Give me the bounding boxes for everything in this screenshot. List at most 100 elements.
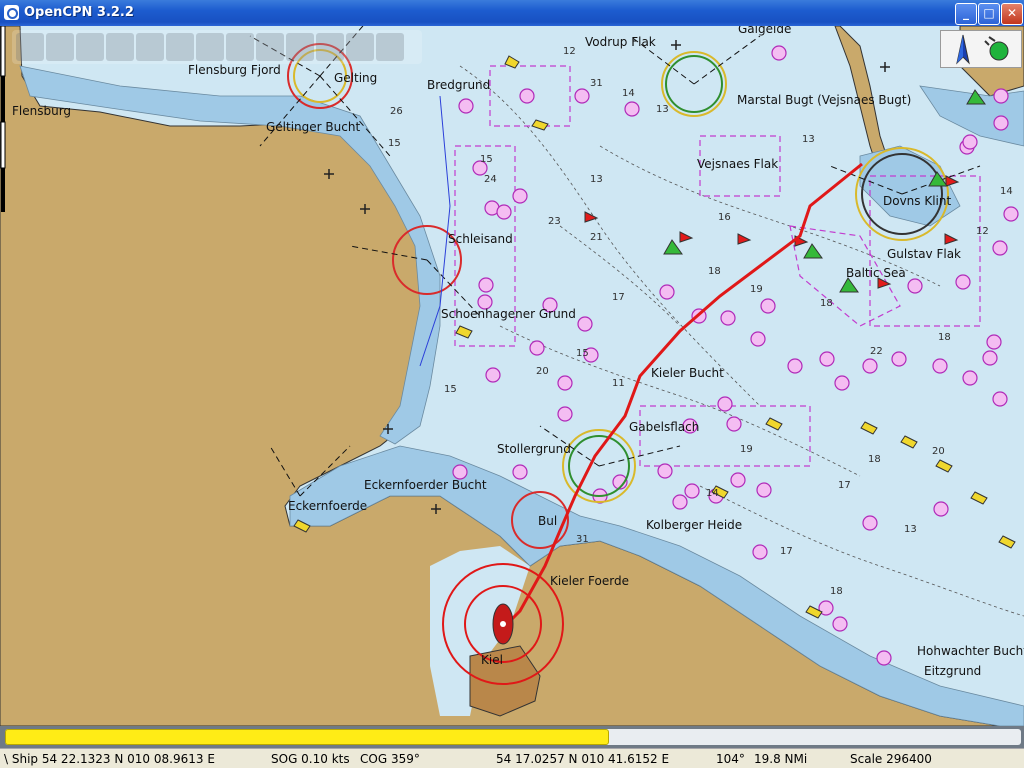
depth-sounding: 14 — [1000, 186, 1013, 197]
main-toolbar — [12, 30, 422, 64]
label-stollergrund: Stollergrund — [497, 442, 571, 456]
zoom-in-button[interactable] — [16, 33, 44, 61]
label-flensburg: Flensburg — [12, 104, 72, 118]
status-distance: 19.8 NMi — [754, 752, 808, 766]
label-gabelsflach: Gabelsflach — [629, 420, 700, 434]
status-bearing: 104° — [716, 752, 745, 766]
scale-out-button[interactable] — [106, 33, 134, 61]
scale-out-icon — [106, 33, 134, 61]
depth-sounding: 18 — [938, 332, 951, 343]
chart-bar[interactable] — [0, 726, 1024, 748]
north-arrow-icon — [956, 34, 970, 65]
gps-status-icon — [984, 36, 1009, 61]
close-button[interactable]: ✕ — [1001, 3, 1023, 25]
label-vejsnaes-flak: Vejsnaes Flak — [697, 157, 779, 171]
label-gelting: Gelting — [334, 71, 378, 85]
label-bul: Bul — [538, 514, 558, 528]
settings-button[interactable] — [196, 33, 224, 61]
depth-sounding: 12 — [563, 46, 576, 57]
label-kiel: Kiel — [481, 653, 503, 667]
window-title: OpenCPN 3.2.2 — [24, 5, 134, 20]
depth-sounding: 18 — [820, 298, 833, 309]
depth-sounding: 24 — [484, 174, 497, 185]
title-bar[interactable]: OpenCPN 3.2.2 _ □ ✕ — [0, 0, 1024, 26]
label-schoenhagener-grund: Schoenhagener Grund — [441, 307, 576, 321]
depth-sounding: 19 — [750, 284, 763, 295]
opencpn-app-icon — [4, 5, 19, 20]
label-gulstav-flak: Gulstav Flak — [887, 247, 962, 261]
status-cog: COG 359° — [360, 752, 420, 766]
maximize-button[interactable]: □ — [978, 3, 1000, 25]
depth-sounding: 20 — [932, 446, 945, 457]
help-button[interactable] — [316, 33, 344, 61]
color-scheme-button[interactable] — [286, 33, 314, 61]
depth-sounding: 12 — [976, 226, 989, 237]
depth-sounding: 13 — [904, 524, 917, 535]
nautical-chart — [0, 26, 1024, 726]
follow-icon — [376, 33, 404, 61]
zoom-in-icon — [16, 33, 44, 61]
depth-sounding: 15 — [576, 348, 589, 359]
depth-sounding: 22 — [870, 346, 883, 357]
depth-sounding: 20 — [536, 366, 549, 377]
track-icon — [166, 33, 194, 61]
track-button[interactable] — [166, 33, 194, 61]
label-kieler-bucht: Kieler Bucht — [651, 366, 724, 380]
depth-sounding: 18 — [708, 266, 721, 277]
route-icon — [136, 33, 164, 61]
ais-button[interactable] — [346, 33, 374, 61]
depth-sounding: 31 — [590, 78, 603, 89]
depth-sounding: 14 — [706, 488, 719, 499]
depth-sounding: 13 — [656, 104, 669, 115]
label-eckernfoerde: Eckernfoerde — [288, 499, 368, 513]
depth-sounding: 23 — [548, 216, 561, 227]
follow-button[interactable] — [376, 33, 404, 61]
text-icon — [226, 33, 254, 61]
zoom-out-icon — [46, 33, 74, 61]
status-sog: SOG 0.10 kts — [271, 752, 350, 766]
depth-sounding: 15 — [480, 154, 493, 165]
scale-in-button[interactable] — [76, 33, 104, 61]
label-eckernfoerder-bucht: Eckernfoerder Bucht — [364, 478, 487, 492]
status-bar: \ Ship 54 22.1323 N 010 08.9613 E SOG 0.… — [0, 748, 1024, 768]
depth-sounding: 17 — [838, 480, 851, 491]
compass-widget[interactable] — [940, 30, 1022, 68]
route-button[interactable] — [136, 33, 164, 61]
chart-canvas[interactable]: Flensburg Fjord Flensburg Gelting Bredgr… — [0, 26, 1024, 726]
status-cursor-position: 54 17.0257 N 010 41.6152 E — [496, 752, 670, 766]
zoom-out-button[interactable] — [46, 33, 74, 61]
color-scheme-icon — [286, 33, 314, 61]
depth-sounding: 17 — [612, 292, 625, 303]
label-gaigelde: Gaigelde — [738, 26, 792, 36]
depth-sounding: 15 — [444, 384, 457, 395]
chart-bar-fill[interactable] — [5, 729, 609, 745]
label-kieler-foerde: Kieler Foerde — [550, 574, 629, 588]
depth-sounding: 15 — [388, 138, 401, 149]
depth-sounding: 14 — [622, 88, 635, 99]
depth-sounding: 18 — [830, 586, 843, 597]
depth-sounding: 17 — [780, 546, 793, 557]
depth-sounding: 11 — [612, 378, 625, 389]
label-schleisand: Schleisand — [448, 232, 513, 246]
ais-icon — [346, 33, 374, 61]
label-eitzgrund: Eitzgrund — [924, 664, 982, 678]
print-button[interactable] — [256, 33, 284, 61]
label-geltinger-bucht: Geltinger Bucht — [266, 120, 361, 134]
label-vodrup-flak: Vodrup Flak — [585, 35, 656, 49]
label-flensburg-fjord: Flensburg Fjord — [188, 63, 281, 77]
status-scale: Scale 296400 — [850, 752, 932, 766]
depth-sounding: 26 — [390, 106, 403, 117]
depth-sounding: 16 — [718, 212, 731, 223]
depth-sounding: 21 — [590, 232, 603, 243]
label-bredgrund: Bredgrund — [427, 78, 491, 92]
depth-sounding: 19 — [740, 444, 753, 455]
scale-in-icon — [76, 33, 104, 61]
minimize-button[interactable]: _ — [955, 3, 977, 25]
depth-sounding: 13 — [802, 134, 815, 145]
depth-sounding: 31 — [576, 534, 589, 545]
app-window: OpenCPN 3.2.2 _ □ ✕ Flensburg Fjord Flen… — [0, 0, 1024, 768]
chart-scale-bar — [0, 26, 6, 212]
label-marstal-bugt: Marstal Bugt (Vejsnaes Bugt) — [737, 93, 912, 107]
label-kolberger-heide: Kolberger Heide — [646, 518, 743, 532]
text-button[interactable] — [226, 33, 254, 61]
